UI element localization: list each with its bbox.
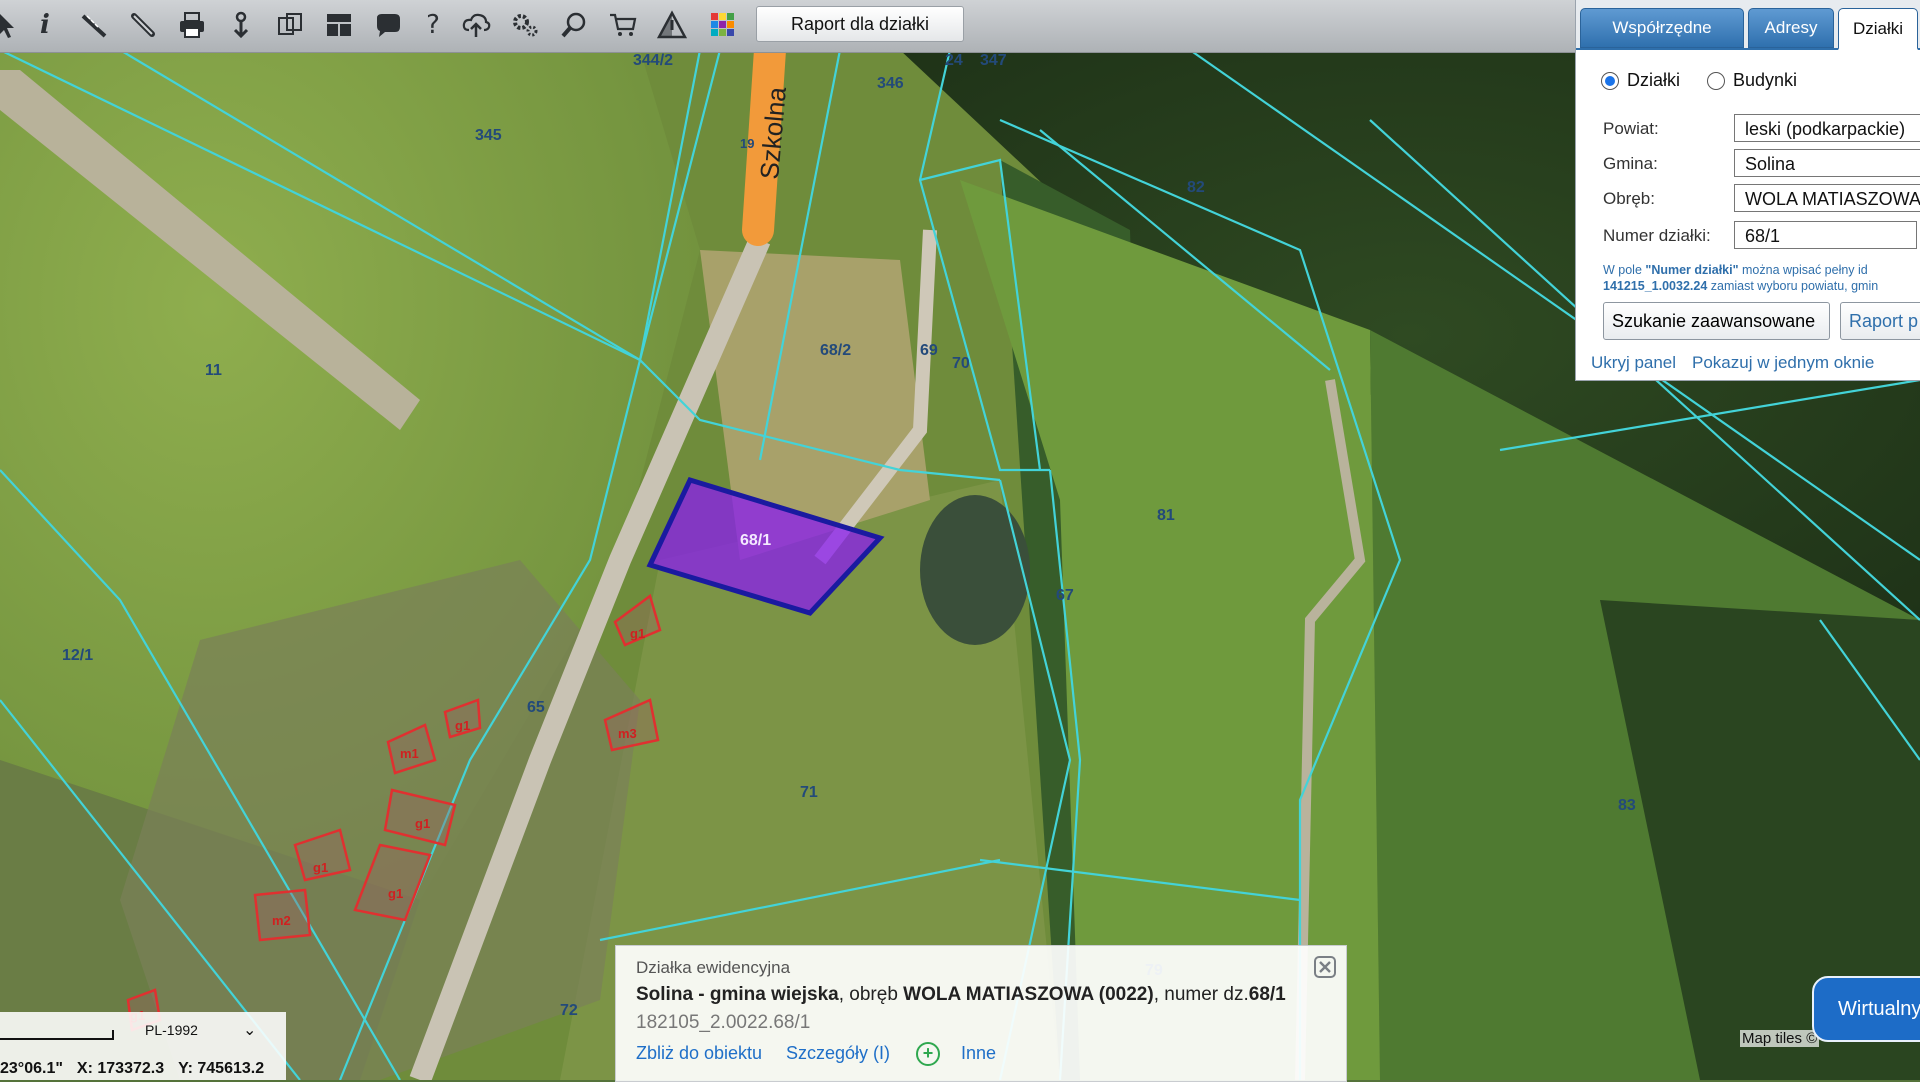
hide-panel-link[interactable]: Ukryj panel — [1591, 353, 1676, 373]
svg-text:g1: g1 — [313, 860, 328, 875]
close-icon[interactable] — [1313, 955, 1337, 979]
svg-text:12/1: 12/1 — [62, 647, 93, 664]
details-link[interactable]: Szczegóły (I) — [786, 1043, 890, 1064]
panel-tabs: Współrzędne Adresy Działki Ob — [1576, 0, 1920, 50]
svg-text:346: 346 — [877, 75, 904, 92]
svg-text:11: 11 — [205, 362, 222, 379]
other-link[interactable]: Inne — [961, 1043, 996, 1064]
single-window-link[interactable]: Pokazuj w jednym oknie — [1692, 353, 1874, 373]
cart-icon[interactable] — [604, 6, 642, 44]
print-icon[interactable] — [173, 6, 211, 44]
svg-text:72: 72 — [560, 1002, 578, 1019]
search-hint: W pole "Numer działki" można wpisać pełn… — [1603, 263, 1879, 293]
svg-text:68/2: 68/2 — [820, 342, 851, 359]
tab-dzialki[interactable]: Działki — [1838, 8, 1918, 50]
advanced-search-button[interactable]: Szukanie zaawansowane — [1603, 302, 1830, 340]
svg-text:g1: g1 — [415, 816, 430, 831]
parcel-id: 182105_2.0022.68/1 — [636, 1012, 811, 1033]
svg-text:m1: m1 — [400, 746, 419, 761]
toolbar: i ? Raport dla działki — [0, 0, 1575, 53]
comment-icon[interactable] — [369, 6, 407, 44]
layout-icon[interactable] — [320, 6, 358, 44]
svg-text:19: 19 — [740, 136, 754, 151]
parcel-info-popup: Działka ewidencyjna Solina - gmina wiejs… — [615, 945, 1347, 1082]
download-icon[interactable] — [222, 6, 260, 44]
coordinate-lon: 23°06.1" — [0, 1060, 63, 1077]
map-attribution: Map tiles © — [1740, 1030, 1820, 1047]
svg-text:m2: m2 — [272, 913, 291, 928]
warning-icon[interactable] — [653, 6, 691, 44]
svg-text:67: 67 — [1056, 587, 1074, 604]
parcel-report-panel-button[interactable]: Raport p — [1840, 302, 1920, 340]
popup-title: Działka ewidencyjna — [636, 958, 791, 977]
powiat-label: Powiat: — [1603, 119, 1659, 138]
svg-text:69: 69 — [920, 342, 938, 359]
obreb-select[interactable]: WOLA MATIASZOWA — [1734, 184, 1920, 212]
cursor-icon[interactable] — [0, 6, 24, 44]
svg-text:345: 345 — [475, 127, 502, 144]
gmina-select[interactable]: Solina — [1734, 149, 1920, 177]
parcel-description: Solina - gmina wiejska, obręb WOLA MATIA… — [636, 984, 1286, 1005]
svg-text:g1: g1 — [455, 718, 470, 733]
zoom-search-icon[interactable] — [555, 6, 593, 44]
parcel-report-button[interactable]: Raport dla działki — [756, 6, 964, 42]
svg-text:347: 347 — [980, 52, 1007, 69]
scale-bar — [0, 1030, 114, 1040]
svg-text:70: 70 — [952, 355, 970, 372]
tab-adresy[interactable]: Adresy — [1748, 8, 1834, 48]
cursor-coordinates: 23°06.1" X: 173372.3 Y: 745613.2 — [0, 1060, 278, 1078]
cloud-upload-icon[interactable] — [457, 6, 495, 44]
svg-text:344/2: 344/2 — [633, 52, 673, 69]
svg-text:82: 82 — [1187, 179, 1205, 196]
help-icon[interactable]: ? — [414, 6, 452, 44]
svg-text:83: 83 — [1618, 797, 1636, 814]
plus-icon[interactable]: + — [916, 1042, 940, 1066]
coordinate-y: Y: 745613.2 — [178, 1060, 265, 1077]
measure-length-icon[interactable] — [75, 6, 113, 44]
powiat-select[interactable]: leski (podkarpackie) — [1734, 114, 1920, 142]
radio-dzialki-option[interactable]: Działki — [1601, 70, 1680, 91]
radio-budynki-label: Budynki — [1733, 70, 1798, 90]
search-panel: Współrzędne Adresy Działki Ob Działki Bu… — [1575, 0, 1920, 381]
radio-dzialki-label: Działki — [1627, 70, 1681, 90]
numer-dzialki-label: Numer działki: — [1603, 226, 1711, 245]
crs-select[interactable]: PL-1992 — [145, 1022, 198, 1038]
obreb-label: Obręb: — [1603, 189, 1655, 208]
svg-text:g1: g1 — [630, 626, 645, 641]
svg-text:24: 24 — [945, 52, 963, 69]
layers-compare-icon[interactable] — [271, 6, 309, 44]
settings-icon[interactable] — [506, 6, 544, 44]
info-icon[interactable]: i — [26, 6, 64, 44]
svg-text:g1: g1 — [388, 886, 403, 901]
numer-dzialki-input[interactable]: 68/1 — [1734, 221, 1917, 249]
radio-dzialki[interactable] — [1601, 71, 1619, 90]
virtual-assistant-button[interactable]: Wirtualny — [1812, 976, 1920, 1042]
measure-area-icon[interactable] — [124, 6, 162, 44]
chevron-down-icon[interactable]: ⌄ — [243, 1020, 256, 1040]
zoom-to-object-link[interactable]: Zbliż do obiektu — [636, 1043, 762, 1064]
svg-text:71: 71 — [800, 784, 818, 801]
tab-wspolrzedne[interactable]: Współrzędne — [1580, 8, 1744, 48]
gmina-label: Gmina: — [1603, 154, 1658, 173]
svg-text:81: 81 — [1157, 507, 1175, 524]
color-grid-icon[interactable] — [704, 6, 742, 44]
svg-text:65: 65 — [527, 699, 545, 716]
radio-budynki-option[interactable]: Budynki — [1707, 70, 1797, 91]
svg-text:68/1: 68/1 — [740, 532, 771, 549]
coordinate-x: X: 173372.3 — [76, 1060, 165, 1077]
coordinate-bar: PL-1992 ⌄ 23°06.1" X: 173372.3 Y: 745613.2 — [0, 1012, 286, 1080]
radio-budynki[interactable] — [1707, 71, 1725, 90]
svg-text:m3: m3 — [618, 726, 637, 741]
